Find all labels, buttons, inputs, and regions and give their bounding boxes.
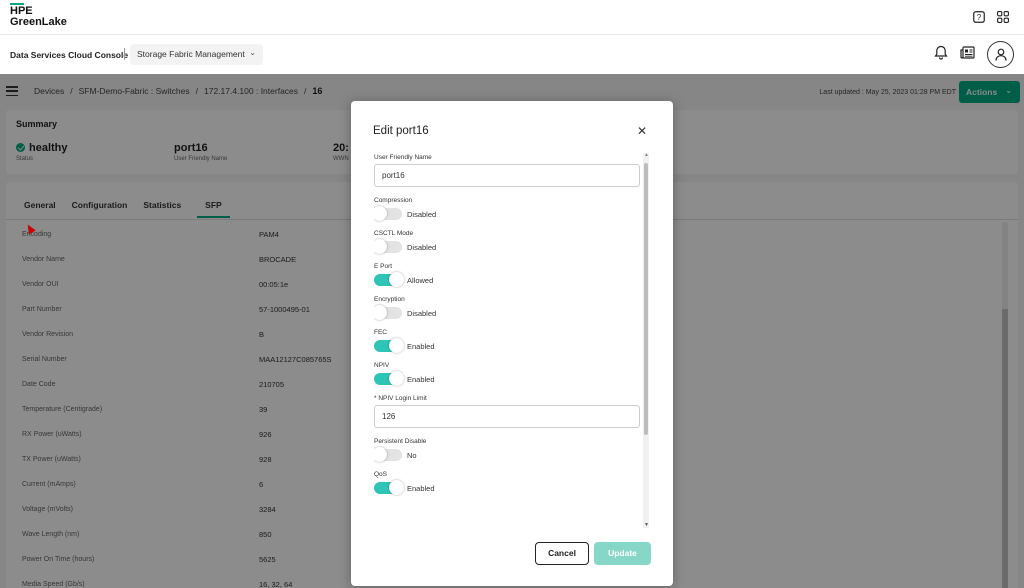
update-button[interactable]: Update: [594, 542, 651, 565]
console-divider: [124, 48, 125, 60]
compression-state: Disabled: [407, 209, 437, 219]
toggle-knob: [389, 371, 404, 386]
compression-field: Compression Disabled: [374, 197, 642, 221]
encryption-field: Encryption Disabled: [374, 296, 642, 320]
user-friendly-name-input[interactable]: port16: [374, 164, 640, 187]
app-selector[interactable]: Storage Fabric Management ⌄: [130, 44, 263, 65]
bell-icon[interactable]: [934, 45, 948, 65]
npiv-label: NPIV: [374, 362, 390, 369]
toggle-knob: [374, 447, 387, 462]
npiv-field: NPIV Enabled: [374, 362, 642, 386]
toggle-knob: [389, 480, 404, 495]
scroll-down-arrow-icon[interactable]: ▼: [644, 522, 649, 528]
logo-accent-bar: [10, 3, 24, 5]
qos-state: Enabled: [407, 483, 435, 493]
csctl-mode-toggle[interactable]: [374, 239, 402, 254]
toggle-knob: [374, 239, 387, 254]
toggle-knob: [374, 305, 387, 320]
scroll-up-arrow-icon[interactable]: ▲: [644, 152, 649, 158]
news-icon[interactable]: [960, 45, 975, 64]
chevron-down-icon: ⌄: [249, 48, 256, 57]
encryption-toggle-row: Disabled: [374, 305, 642, 320]
modal-scrollbar-thumb[interactable]: [644, 163, 648, 435]
cancel-button[interactable]: Cancel: [535, 542, 589, 565]
encryption-state: Disabled: [407, 308, 437, 318]
close-icon[interactable]: ✕: [637, 125, 647, 137]
user-friendly-name-label: User Friendly Name: [374, 154, 432, 161]
npiv-login-limit-label: * NPIV Login Limit: [374, 395, 427, 402]
npiv-toggle-row: Enabled: [374, 371, 642, 386]
console-bar: Data Services Cloud Console Storage Fabr…: [0, 35, 1024, 74]
console-title[interactable]: Data Services Cloud Console: [10, 50, 128, 60]
persistent-disable-field: Persistent Disable No: [374, 438, 642, 462]
csctl-mode-state: Disabled: [407, 242, 437, 252]
e-port-toggle[interactable]: [374, 272, 404, 287]
toggle-knob: [389, 272, 404, 287]
e-port-field: E Port Allowed: [374, 263, 642, 287]
e-port-label: E Port: [374, 263, 393, 270]
toggle-knob: [374, 206, 387, 221]
svg-text:?: ?: [977, 13, 982, 22]
hpe-greenlake-logo[interactable]: HPE GreenLake: [10, 3, 67, 28]
qos-label: QoS: [374, 471, 388, 478]
fec-label: FEC: [374, 329, 387, 336]
qos-toggle[interactable]: [374, 480, 404, 495]
npiv-state: Enabled: [407, 374, 435, 384]
fec-toggle-row: Enabled: [374, 338, 642, 353]
toggle-knob: [389, 338, 404, 353]
user-friendly-name-field: User Friendly Name port16: [374, 154, 642, 187]
edit-port-modal: Edit port16 ✕ User Friendly Name port16 …: [351, 101, 673, 586]
fec-field: FEC Enabled: [374, 329, 642, 353]
fec-state: Enabled: [407, 341, 435, 351]
csctl-mode-field: CSCTL Mode Disabled: [374, 230, 642, 254]
persistent-disable-toggle-row: No: [374, 447, 642, 462]
e-port-state: Allowed: [407, 275, 434, 285]
help-icon[interactable]: ?: [972, 10, 986, 24]
npiv-toggle[interactable]: [374, 371, 404, 386]
persistent-disable-label: Persistent Disable: [374, 438, 427, 445]
npiv-login-limit-field: * NPIV Login Limit 126: [374, 395, 642, 428]
csctl-mode-toggle-row: Disabled: [374, 239, 642, 254]
modal-form: User Friendly Name port16 Compression Dis…: [374, 151, 642, 528]
logo-line2: GreenLake: [10, 16, 67, 28]
app-selector-value: Storage Fabric Management: [137, 49, 245, 59]
compression-toggle-row: Disabled: [374, 206, 642, 221]
apps-grid-icon[interactable]: [996, 10, 1010, 24]
fec-toggle[interactable]: [374, 338, 404, 353]
qos-field: QoS Enabled: [374, 471, 642, 495]
compression-toggle[interactable]: [374, 206, 402, 221]
npiv-login-limit-input[interactable]: 126: [374, 405, 640, 428]
persistent-disable-toggle[interactable]: [374, 447, 402, 462]
csctl-mode-label: CSCTL Mode: [374, 230, 414, 237]
encryption-label: Encryption: [374, 296, 405, 303]
qos-toggle-row: Enabled: [374, 480, 642, 495]
e-port-toggle-row: Allowed: [374, 272, 642, 287]
encryption-toggle[interactable]: [374, 305, 402, 320]
modal-title: Edit port16: [373, 125, 429, 137]
top-bar: HPE GreenLake ?: [0, 0, 1024, 35]
persistent-disable-state: No: [407, 450, 417, 460]
compression-label: Compression: [374, 197, 413, 204]
user-avatar-icon[interactable]: [987, 41, 1014, 68]
